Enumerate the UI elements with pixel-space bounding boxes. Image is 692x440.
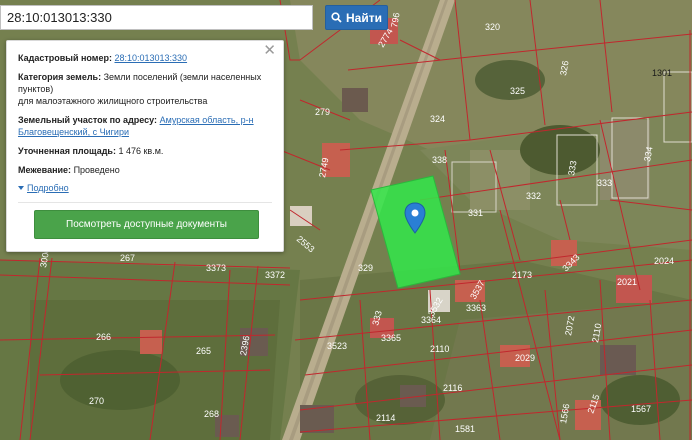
search-icon (331, 12, 342, 23)
cadastral-number-label: Кадастровый номер: (18, 53, 112, 63)
parcel-number-label: 1581 (455, 424, 475, 434)
card-divider (18, 202, 272, 203)
cadastral-number-row: Кадастровый номер: 28:10:013013:330 (18, 52, 272, 64)
caret-down-icon (18, 186, 24, 190)
area-value: 1 476 кв.м. (118, 146, 164, 156)
close-icon[interactable]: ✕ (263, 43, 276, 59)
survey-row: Межевание: Проведено (18, 164, 272, 176)
parcel-info-card: ✕ Кадастровый номер: 28:10:013013:330 Ка… (6, 40, 284, 252)
parcel-number-label: 2110 (430, 344, 449, 354)
parcel-number-label: 265 (196, 346, 211, 356)
search-button-label: Найти (346, 10, 382, 25)
parcel-number-label: 3365 (381, 333, 401, 343)
parcel-number-label: 267 (120, 253, 135, 263)
area-row: Уточненная площадь: 1 476 кв.м. (18, 145, 272, 157)
parcel-number-label: 2173 (512, 270, 532, 280)
parcel-number-label: 325 (510, 86, 525, 96)
parcel-number-label: 320 (485, 22, 500, 32)
parcel-number-label: 279 (315, 107, 330, 117)
parcel-number-label: 270 (89, 396, 104, 406)
parcel-number-label: 2114 (376, 413, 395, 423)
parcel-number-label: 338 (432, 155, 447, 165)
land-category-value-line2: для малоэтажного жилищного строительства (18, 96, 208, 106)
parcel-number-label: 3373 (206, 263, 226, 273)
more-details-label: Подробно (27, 183, 69, 193)
view-documents-button[interactable]: Посмотреть доступные документы (34, 210, 259, 239)
parcel-number-label: 329 (358, 263, 373, 273)
parcel-number-label: 2024 (654, 256, 674, 266)
parcel-number-label: 2021 (617, 277, 637, 287)
parcel-number-label: 266 (96, 332, 111, 342)
more-details-toggle[interactable]: Подробно (18, 182, 272, 194)
parcel-number-label: 268 (204, 409, 219, 419)
parcel-number-label: 3363 (466, 303, 486, 313)
address-row: Земельный участок по адресу: Амурская об… (18, 114, 272, 138)
parcel-number-label: 332 (526, 191, 541, 201)
parcel-number-label: 1567 (631, 404, 651, 414)
land-category-label: Категория земель: (18, 72, 102, 82)
parcel-number-label: 2029 (515, 353, 535, 363)
parcel-number-label: 3523 (327, 341, 347, 351)
search-button[interactable]: Найти (325, 5, 388, 30)
parcel-number-label: 3372 (265, 270, 285, 280)
search-bar: Найти (0, 5, 388, 30)
search-input[interactable] (0, 5, 313, 30)
survey-label: Межевание: (18, 165, 72, 175)
address-label: Земельный участок по адресу: (18, 115, 158, 125)
parcel-number-label: 333 (597, 178, 612, 188)
area-label: Уточненная площадь: (18, 146, 116, 156)
land-category-row: Категория земель: Земли поселений (земли… (18, 71, 272, 107)
survey-value: Проведено (73, 165, 120, 175)
parcel-number-label: 2116 (443, 383, 462, 393)
parcel-number-label: 324 (430, 114, 445, 124)
parcel-number-label: 1301 (652, 68, 672, 78)
parcel-number-label: 331 (468, 208, 483, 218)
parcel-number-label: 3364 (421, 315, 441, 325)
cadastral-number-link[interactable]: 28:10:013013:330 (114, 53, 187, 63)
